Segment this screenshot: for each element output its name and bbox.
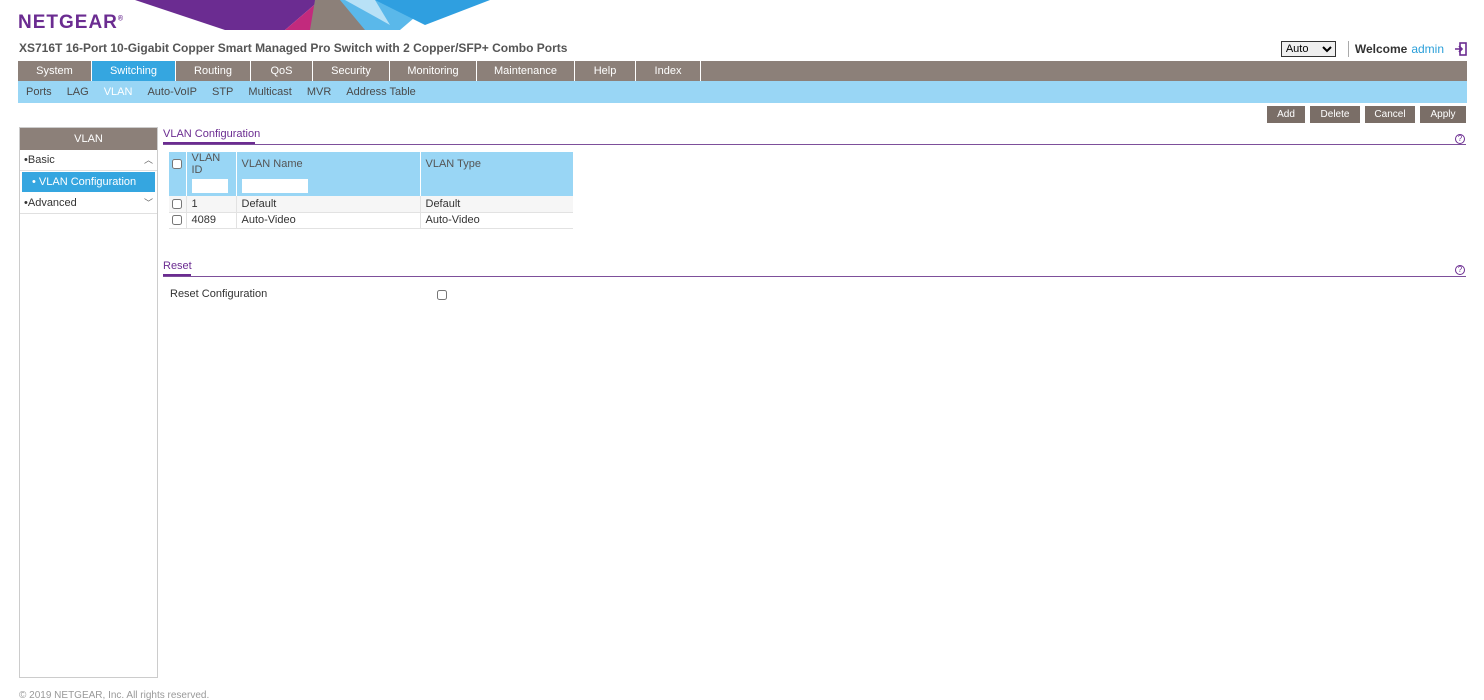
section-divider (163, 276, 1466, 277)
tab-routing[interactable]: Routing (176, 61, 251, 81)
sidebar-item-label: Basic (27, 154, 55, 166)
footer-copyright: © 2019 NETGEAR, Inc. All rights reserved… (19, 690, 210, 700)
tab-index[interactable]: Index (636, 61, 701, 81)
sidebar-title: VLAN (20, 128, 157, 150)
row-checkbox[interactable] (172, 215, 182, 226)
select-all-checkbox[interactable] (172, 159, 182, 170)
row-checkbox[interactable] (172, 198, 182, 209)
reset-configuration-label: Reset Configuration (170, 288, 268, 300)
vlan-table: VLAN ID VLAN Name VLAN Type 1 Default De… (169, 152, 574, 229)
row-select-cell (169, 212, 187, 229)
tab-monitoring[interactable]: Monitoring (390, 61, 477, 81)
product-title: XS716T 16-Port 10-Gigabit Copper Smart M… (19, 41, 568, 55)
sidebar-item-vlan-configuration[interactable]: • VLAN Configuration (22, 172, 155, 192)
subnav-vlan[interactable]: VLAN (104, 86, 133, 98)
delete-button[interactable]: Delete (1310, 106, 1360, 123)
select-all-cell (169, 152, 187, 176)
tab-security[interactable]: Security (313, 61, 390, 81)
subnav-auto-voip[interactable]: Auto-VoIP (147, 86, 197, 98)
vlan-name-cell: Default (236, 196, 421, 213)
section-title-vlan-configuration: VLAN Configuration (163, 128, 261, 140)
header-divider (1347, 41, 1349, 57)
vlan-name-cell: Auto-Video (236, 212, 421, 229)
section-divider (163, 144, 1466, 145)
column-header-vlan-name[interactable]: VLAN Name (236, 152, 421, 176)
tab-system[interactable]: System (18, 61, 92, 81)
chevron-up-icon: ︿ (143, 155, 153, 165)
vlan-id-cell: 4089 (186, 212, 237, 229)
apply-button[interactable]: Apply (1420, 106, 1466, 123)
subnav-stp[interactable]: STP (212, 86, 233, 98)
section-title-reset: Reset (163, 260, 192, 272)
filter-cell (186, 176, 237, 196)
sidebar-item-basic[interactable]: •Basic ︿ (20, 150, 157, 171)
action-buttons: Add Delete Cancel Apply (1262, 106, 1466, 123)
filter-cell (236, 176, 421, 196)
subnav-mvr[interactable]: MVR (307, 86, 331, 98)
row-select-cell (169, 196, 187, 213)
main-nav: System Switching Routing QoS Security Mo… (18, 61, 1467, 81)
sidebar-item-advanced[interactable]: •Advanced ﹀ (20, 193, 157, 214)
vlan-id-input[interactable] (191, 179, 228, 193)
subnav-address-table[interactable]: Address Table (346, 86, 416, 98)
subnav-lag[interactable]: LAG (67, 86, 89, 98)
help-icon[interactable]: ? (1455, 134, 1465, 144)
table-header-row: VLAN ID VLAN Name VLAN Type (169, 152, 574, 176)
sub-nav: Ports LAG VLAN Auto-VoIP STP Multicast M… (18, 81, 1467, 103)
column-header-vlan-type[interactable]: VLAN Type (420, 152, 574, 176)
netgear-logo: NETGEAR® (18, 12, 125, 33)
tab-switching[interactable]: Switching (92, 61, 176, 81)
user-name[interactable]: admin (1411, 42, 1444, 56)
header-banner-graphic (135, 0, 490, 30)
filter-cell (169, 176, 187, 196)
bullet-icon: • (32, 176, 36, 188)
sidebar-item-label: VLAN Configuration (38, 176, 137, 188)
sidebar-item-label: Advanced (27, 197, 77, 209)
logout-icon[interactable] (1454, 42, 1468, 56)
vlan-type-cell: Auto-Video (420, 212, 573, 229)
filter-cell (420, 176, 574, 196)
cancel-button[interactable]: Cancel (1365, 106, 1415, 123)
tab-help[interactable]: Help (575, 61, 636, 81)
column-header-vlan-id[interactable]: VLAN ID (186, 152, 237, 176)
language-select[interactable]: Auto (1280, 41, 1336, 57)
subnav-ports[interactable]: Ports (26, 86, 52, 98)
sidebar: VLAN •Basic ︿ • VLAN Configuration •Adva… (19, 127, 158, 678)
table-row[interactable]: 4089 Auto-Video Auto-Video (169, 212, 573, 229)
filter-row (169, 176, 574, 196)
welcome-text: Welcome (1354, 42, 1408, 56)
vlan-type-cell: Default (420, 196, 573, 213)
help-icon[interactable]: ? (1455, 265, 1465, 275)
tab-maintenance[interactable]: Maintenance (477, 61, 575, 81)
chevron-down-icon: ﹀ (143, 198, 153, 208)
reset-configuration-checkbox[interactable] (437, 290, 447, 300)
tab-qos[interactable]: QoS (251, 61, 313, 81)
vlan-id-cell: 1 (186, 196, 237, 213)
add-button[interactable]: Add (1267, 106, 1305, 123)
subnav-multicast[interactable]: Multicast (248, 86, 291, 98)
table-row[interactable]: 1 Default Default (169, 196, 573, 213)
header-right: Auto Welcome admin (1280, 40, 1468, 58)
vlan-name-input[interactable] (241, 179, 308, 193)
